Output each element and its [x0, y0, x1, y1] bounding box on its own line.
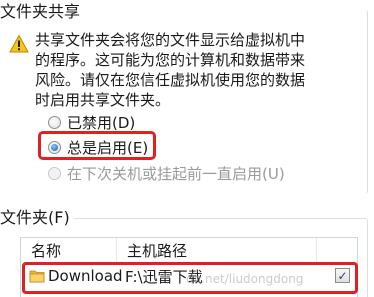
- radio-button[interactable]: [48, 115, 61, 129]
- watermark-text: dn.net/liudongdong: [186, 272, 304, 286]
- list-header: 名称 主机路径: [21, 238, 357, 264]
- warning-message: 共享文件夹会将您的文件显示给虚拟机中 的程序。这可能为您的计算机和数据带来 风险…: [35, 30, 365, 110]
- warning-line: 共享文件夹会将您的文件显示给虚拟机中: [35, 31, 306, 49]
- column-header-name[interactable]: 名称: [21, 238, 117, 264]
- radio-disabled[interactable]: 已禁用(D): [48, 112, 135, 132]
- warning-icon: [9, 34, 29, 53]
- radio-label: 在下次关机或挂起前一直启用(U): [67, 164, 285, 183]
- shared-folders-title: 文件夹共享: [0, 2, 85, 22]
- warning-line: 风险。请仅在您信任虚拟机使用您的数据: [35, 71, 306, 89]
- radio-label: 已禁用(D): [67, 113, 136, 132]
- warning-line: 的程序。这可能为您的计算机和数据带来: [35, 51, 306, 69]
- radio-until-poweroff: 在下次关机或挂起前一直启用(U): [48, 163, 285, 183]
- annotation-highlight-option: [38, 131, 156, 160]
- warning-line: 时启用共享文件夹。: [35, 91, 171, 109]
- radio-button-disabled: [48, 166, 61, 180]
- folders-title: 文件夹(F): [0, 208, 74, 228]
- column-header-host-path[interactable]: 主机路径: [117, 238, 317, 264]
